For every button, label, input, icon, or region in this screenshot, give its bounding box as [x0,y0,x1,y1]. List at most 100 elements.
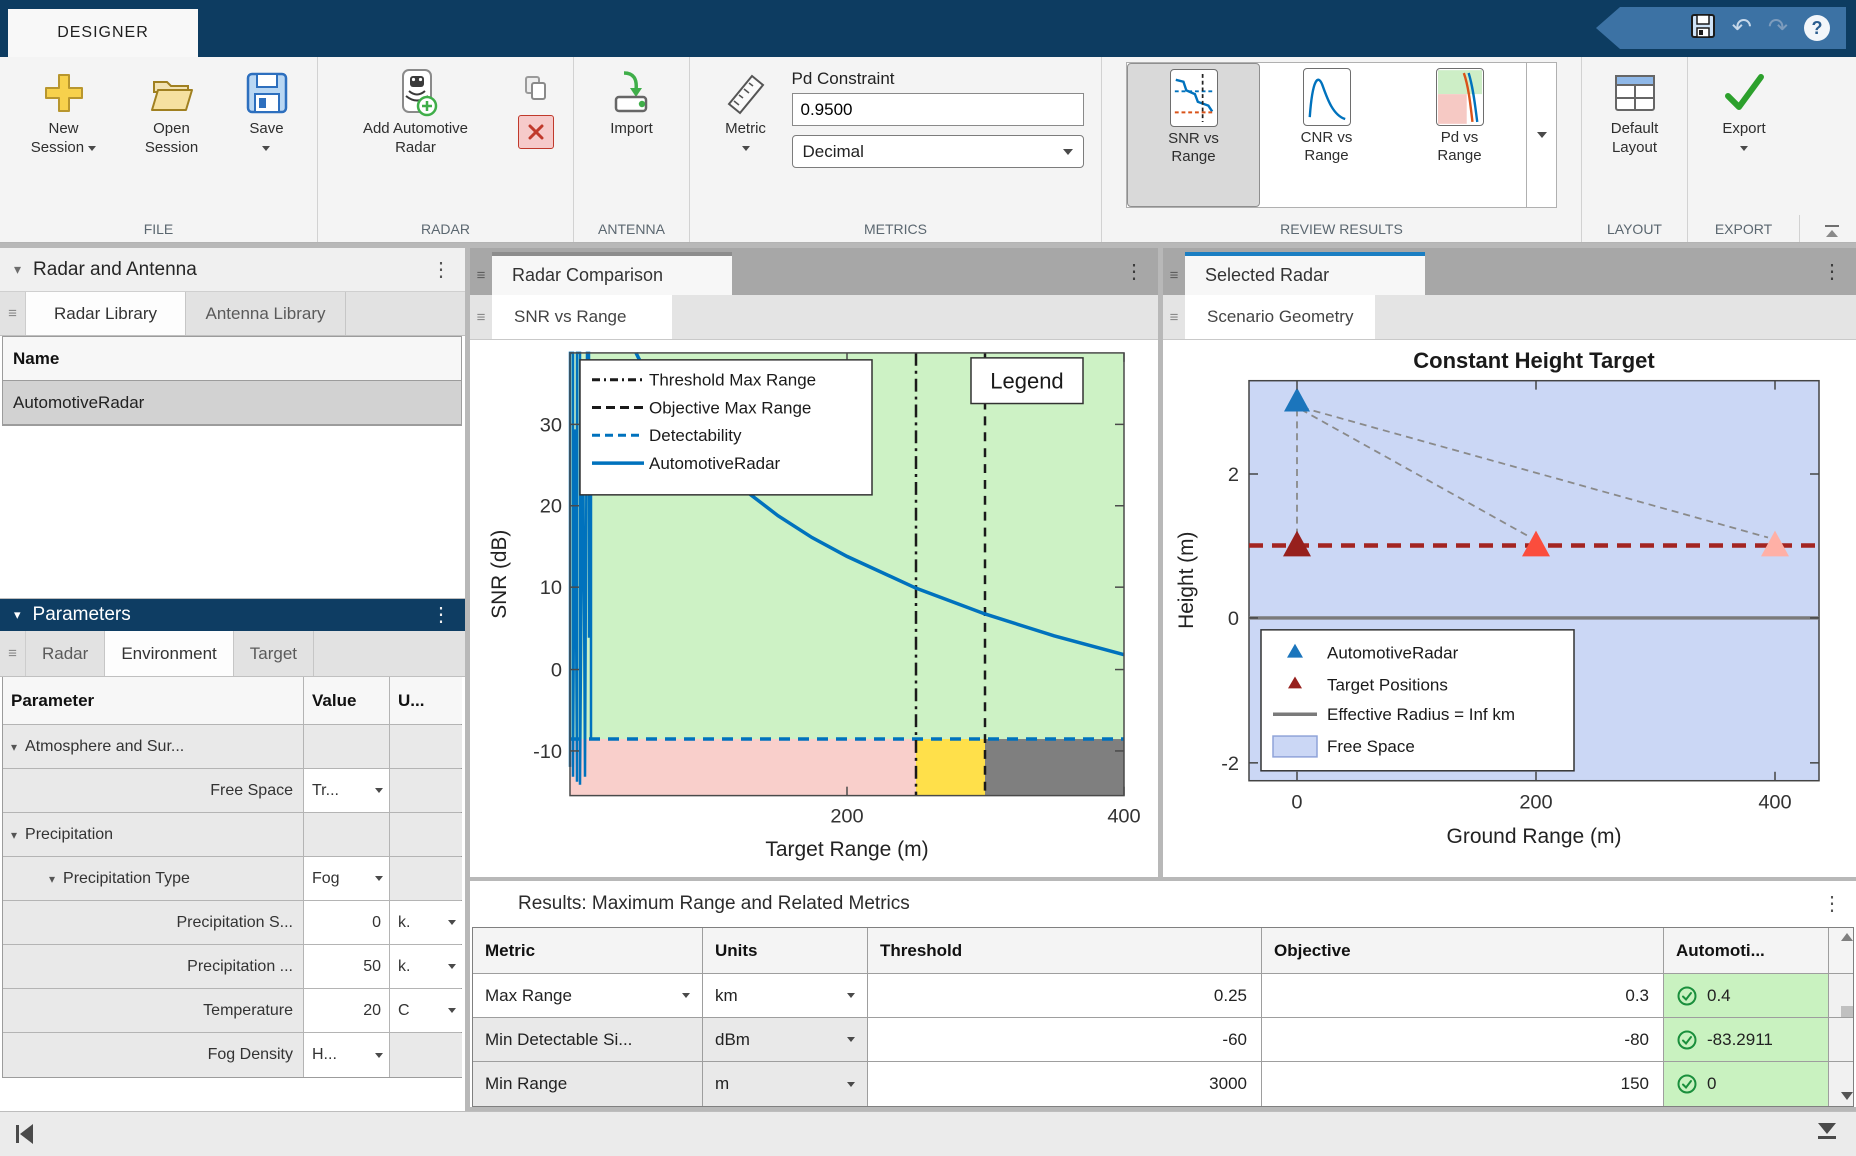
redo-icon[interactable]: ↷ [1768,16,1788,40]
quick-save-icon[interactable] [1690,13,1716,44]
ribbon-tab-row: DESIGNER ↶ ↷ ? [0,0,1856,57]
collapse-ribbon-button[interactable] [1824,225,1840,237]
threshold-value-cell[interactable]: 3000 [868,1062,1262,1106]
gallery-item-cnr-vs-range[interactable]: CNR vsRange [1260,63,1393,207]
objective-value-cell[interactable]: 150 [1262,1062,1664,1106]
results-scrollbar-track[interactable] [1829,974,1853,1017]
pd-vs-range-thumb-icon [1436,68,1484,126]
import-button[interactable]: Import [582,57,682,215]
tab-target-params[interactable]: Target [234,631,314,676]
undo-icon[interactable]: ↶ [1732,16,1752,40]
tab-radar-params[interactable]: Radar [26,631,105,676]
units-select-dbm[interactable]: dBm [703,1018,868,1061]
param-row-atmosphere: ▾Atmosphere and Sur... [3,725,461,769]
radar-result-cell: -83.2911 [1664,1018,1829,1061]
drag-handle-icon[interactable]: ≡ [1163,295,1185,339]
parameters-menu-icon[interactable]: ⋮ [431,605,451,625]
units-select-km[interactable]: km [703,974,868,1017]
precipitation-rate-unit-dropdown[interactable]: k. [390,945,462,988]
result-row-min-range: Min Range m 3000 150 0 [473,1062,1853,1106]
save-button[interactable]: Save [227,57,307,215]
units-select-m[interactable]: m [703,1062,868,1106]
collapse-chevron-icon[interactable]: ▾ [11,740,17,754]
results-panel: Results: Maximum Range and Related Metri… [470,881,1856,1107]
chevron-down-icon [88,146,96,151]
free-space-value-dropdown[interactable]: Tr... [304,769,390,812]
x-axis-label: Target Range (m) [765,838,928,861]
copy-radar-button[interactable] [518,71,554,105]
temperature-unit-dropdown[interactable]: C [390,989,462,1032]
environment-parameter-table: Parameter Value U... ▾Atmosphere and Sur… [2,677,462,1078]
drag-handle-icon[interactable]: ≡ [0,631,26,676]
results-scrollbar-track[interactable] [1829,1018,1853,1061]
open-session-button[interactable]: OpenSession [117,57,227,215]
threshold-value-cell[interactable]: -60 [868,1018,1262,1061]
help-icon[interactable]: ? [1804,15,1830,41]
gallery-item-snr-vs-range[interactable]: SNR vsRange [1127,63,1260,207]
collapse-panel-button[interactable] [16,1124,33,1144]
default-layout-button[interactable]: DefaultLayout [1585,57,1685,215]
chevron-down-icon [682,993,690,998]
add-radar-label: Add Automotive [363,120,468,137]
precipitation-s-unit-dropdown[interactable]: k. [390,901,462,944]
parameters-title: Parameters [33,604,131,626]
y-tick-label: 0 [1228,608,1239,630]
collapse-chevron-icon[interactable]: ▾ [14,607,21,623]
pass-check-icon [1676,1073,1698,1095]
precipitation-rate-value-field[interactable]: 50 [304,945,390,988]
status-bar [0,1111,1856,1156]
delete-radar-button[interactable] [518,115,554,149]
tab-selected-radar[interactable]: Selected Radar [1185,252,1425,295]
quick-access-toolbar: ↶ ↷ ? [1596,7,1846,49]
tab-designer[interactable]: DESIGNER [8,9,198,57]
objective-value-cell[interactable]: -80 [1262,1018,1664,1061]
legend-entry: Free Space [1327,737,1415,756]
panel-menu-icon[interactable]: ⋮ [1124,262,1144,282]
section-antenna: Import [574,57,690,215]
tab-radar-comparison[interactable]: Radar Comparison [492,252,732,295]
panel-menu-icon[interactable]: ⋮ [1822,262,1842,282]
results-scrollbar[interactable] [1829,928,1853,973]
ruler-icon [722,67,770,119]
dock-bottom-button[interactable] [1818,1123,1836,1139]
metric-select-max-range[interactable]: Max Range [473,974,703,1017]
temperature-value-field[interactable]: 20 [304,989,390,1032]
metric-format-select[interactable]: Decimal [792,135,1084,168]
radar-library-row[interactable]: AutomotiveRadar [3,381,461,425]
objective-value-cell[interactable]: 0.3 [1262,974,1664,1017]
threshold-value-cell[interactable]: 0.25 [868,974,1262,1017]
tab-snr-vs-range[interactable]: SNR vs Range [492,295,672,339]
x-tick-label: 400 [1107,805,1140,827]
add-automotive-radar-button[interactable]: Add AutomotiveRadar [326,57,506,215]
pd-constraint-input[interactable] [792,93,1084,126]
gallery-expand-button[interactable] [1526,63,1556,207]
scrollbar-thumb[interactable] [1841,1006,1853,1017]
results-menu-icon[interactable]: ⋮ [1822,894,1842,914]
chevron-down-icon [262,146,270,151]
layout-grid-icon [1612,67,1658,119]
precipitation-s-value-field[interactable]: 0 [304,901,390,944]
metric-button[interactable]: Metric [700,57,792,215]
collapse-chevron-icon[interactable]: ▾ [49,872,55,886]
tab-radar-library[interactable]: Radar Library [26,292,186,335]
drag-handle-icon[interactable]: ≡ [470,295,492,339]
tab-environment-params[interactable]: Environment [105,631,233,676]
precipitation-type-dropdown[interactable]: Fog [304,857,390,900]
collapse-chevron-icon[interactable]: ▾ [14,261,21,278]
drag-handle-icon[interactable]: ≡ [470,255,492,295]
new-session-button[interactable]: NewSession [11,57,117,215]
fog-density-dropdown[interactable]: H... [304,1033,390,1077]
tab-antenna-library[interactable]: Antenna Library [186,292,346,335]
tab-scenario-geometry[interactable]: Scenario Geometry [1185,295,1375,339]
export-check-icon [1720,67,1768,119]
import-label: Import [610,120,653,137]
collapse-chevron-icon[interactable]: ▾ [11,828,17,842]
drag-handle-icon[interactable]: ≡ [1163,255,1185,295]
export-button[interactable]: Export [1694,57,1794,215]
drag-handle-icon[interactable]: ≡ [0,292,26,335]
panel-menu-icon[interactable]: ⋮ [431,260,451,280]
results-scrollbar-bottom[interactable] [1829,1062,1853,1106]
legend-entry: Detectability [649,426,742,445]
gallery-item-pd-vs-range[interactable]: Pd vsRange [1393,63,1526,207]
x-tick-label: 0 [1291,792,1302,814]
